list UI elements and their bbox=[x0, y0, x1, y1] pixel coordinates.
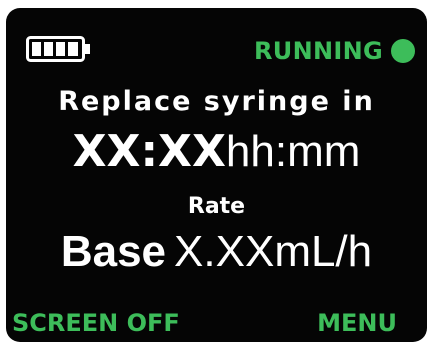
time-value: XX:XX bbox=[72, 126, 226, 177]
status-indicator: RUNNING bbox=[254, 36, 415, 66]
rate-label: Rate bbox=[187, 194, 246, 219]
device-screen: RUNNING Replace syringe in XX:XXhh:mm Ra… bbox=[6, 8, 427, 342]
rate-readout: Base X.XXmL/h bbox=[6, 226, 427, 277]
rate-unit: mL/h bbox=[274, 227, 373, 276]
status-text: RUNNING bbox=[254, 37, 383, 65]
battery-full-icon bbox=[26, 36, 90, 62]
menu-softkey[interactable]: MENU bbox=[317, 309, 397, 337]
status-dot-icon bbox=[391, 39, 415, 63]
rate-mode: Base bbox=[60, 227, 167, 276]
time-unit: hh:mm bbox=[225, 127, 361, 176]
rate-value: X.XX bbox=[174, 227, 275, 276]
time-remaining: XX:XXhh:mm bbox=[6, 126, 427, 177]
replace-syringe-label: Replace syringe in bbox=[58, 86, 375, 117]
screen-off-softkey[interactable]: SCREEN OFF bbox=[12, 309, 180, 337]
